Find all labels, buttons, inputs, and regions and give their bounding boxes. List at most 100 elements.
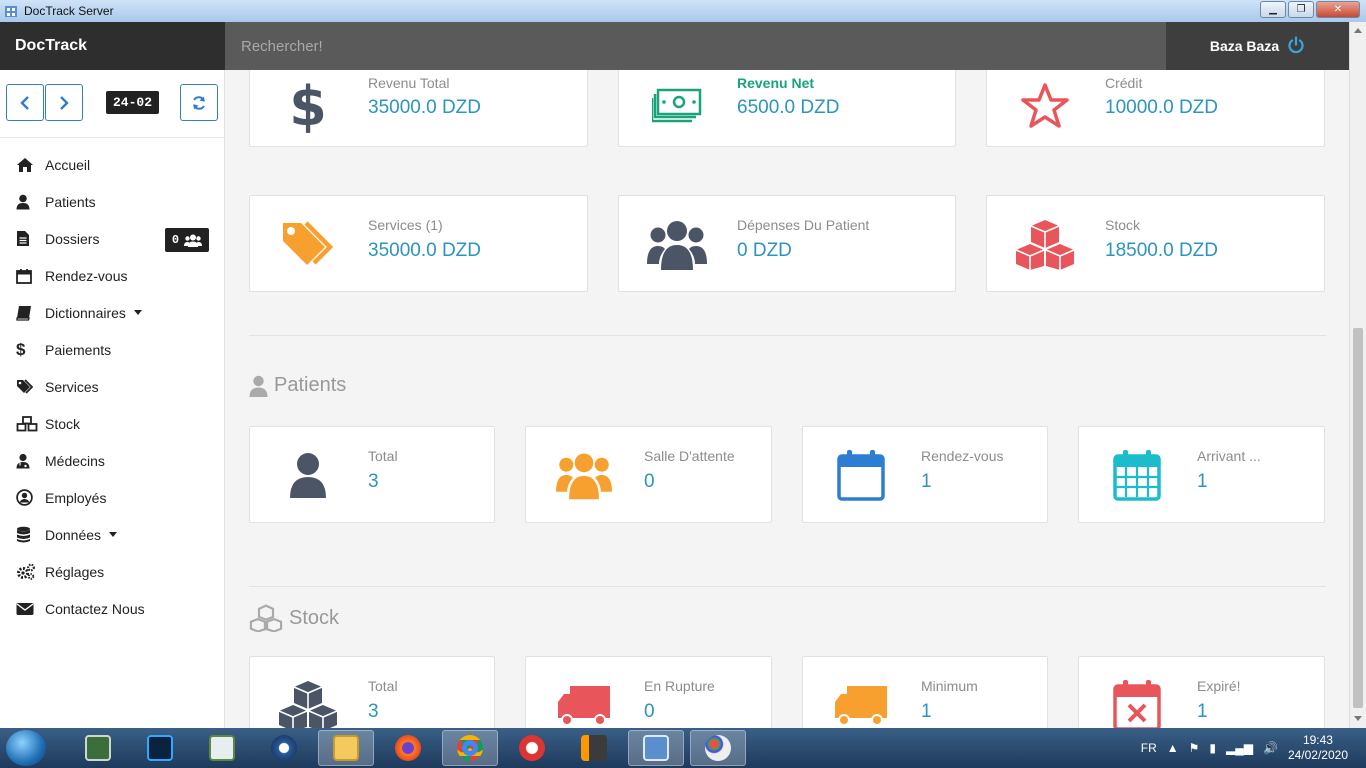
card-services[interactable]: Services (1) 35000.0 DZD [249, 195, 588, 292]
sidebar-menu: Accueil Patients Dossiers 0 Rendez-vous … [0, 138, 224, 627]
sidebar-item-services[interactable]: Services [0, 368, 224, 405]
window-title: DocTrack Server [24, 4, 114, 18]
power-status-icon[interactable]: ▮ [1209, 741, 1216, 755]
start-button[interactable] [6, 730, 46, 766]
file-icon [16, 230, 38, 248]
sidebar-item-medecins[interactable]: Médecins [0, 442, 224, 479]
chrome-icon [457, 735, 483, 761]
card-value: 10000.0 DZD [1105, 97, 1219, 118]
action-center-icon[interactable]: ⚑ [1189, 741, 1200, 755]
ccleaner-icon [519, 735, 545, 761]
card-value: 3 [368, 701, 379, 722]
money-icon [645, 76, 709, 136]
folder-icon [333, 735, 359, 761]
user-circle-icon [16, 489, 38, 507]
card-salle-attente[interactable]: Salle D'attente 0 [525, 426, 772, 523]
sidebar-item-accueil[interactable]: Accueil [0, 146, 224, 183]
card-value: 1 [1197, 701, 1208, 722]
volume-icon[interactable]: 🔊 [1263, 741, 1278, 755]
user-icon [16, 193, 38, 211]
sidebar-controls: 24-02 [0, 70, 224, 138]
taskbar-app-terminal[interactable] [70, 730, 126, 766]
sidebar-item-employes[interactable]: Employés [0, 479, 224, 516]
card-arrivant[interactable]: Arrivant ... 1 [1078, 426, 1325, 523]
card-value: 0 [644, 471, 655, 492]
cubes-icon [276, 675, 340, 728]
taskbar-app-explorer[interactable] [318, 730, 374, 766]
user-icon [276, 445, 340, 505]
stock-section-title: Stock [249, 604, 339, 632]
next-day-button[interactable] [45, 84, 83, 121]
card-patients-total[interactable]: Total 3 [249, 426, 495, 523]
gear-icon [271, 735, 297, 761]
power-icon[interactable] [1287, 35, 1305, 57]
dollar-icon: $ [289, 74, 327, 138]
sidebar-item-contactez-nous[interactable]: Contactez Nous [0, 590, 224, 627]
home-icon [16, 156, 38, 174]
taskbar-app-paint[interactable] [690, 730, 746, 766]
language-indicator[interactable]: FR [1141, 741, 1157, 755]
sidebar-item-label: Dictionnaires [45, 304, 126, 321]
card-rendez-vous[interactable]: Rendez-vous 1 [802, 426, 1048, 523]
taskbar-app-doctrack[interactable] [628, 730, 684, 766]
minimize-button[interactable]: ▁ [1260, 1, 1286, 18]
search-input[interactable] [225, 22, 1166, 70]
sidebar-item-dictionnaires[interactable]: Dictionnaires [0, 294, 224, 331]
sidebar-item-donnees[interactable]: Données [0, 516, 224, 553]
prev-day-button[interactable] [6, 84, 44, 121]
card-revenu-total[interactable]: $ Revenu Total 35000.0 DZD [249, 70, 588, 147]
cubes-icon [1013, 214, 1077, 274]
taskbar-app-chrome[interactable] [442, 730, 498, 766]
tray-expand-icon[interactable]: ▲ [1167, 741, 1179, 755]
card-stock-value[interactable]: Stock 18500.0 DZD [986, 195, 1325, 292]
patients-section-title: Patients [249, 374, 346, 397]
card-en-rupture[interactable]: En Rupture 0 [525, 656, 772, 728]
tags-icon [16, 378, 38, 396]
taskbar-app-ccleaner[interactable] [504, 730, 560, 766]
refresh-button[interactable] [180, 84, 218, 121]
sidebar-item-reglages[interactable]: Réglages [0, 553, 224, 590]
cubes-icon [249, 604, 283, 632]
card-stock-total[interactable]: Total 3 [249, 656, 495, 728]
card-label: Revenu Net [737, 75, 815, 91]
card-credit[interactable]: Crédit 10000.0 DZD [986, 70, 1325, 147]
card-label: Revenu Total [368, 75, 450, 91]
card-label: Rendez-vous [921, 448, 1004, 464]
doctrack-app-icon [643, 735, 669, 761]
card-depenses-patient[interactable]: Dépenses Du Patient 0 DZD [618, 195, 956, 292]
sidebar-item-rendez-vous[interactable]: Rendez-vous [0, 257, 224, 294]
card-expire[interactable]: Expiré! 1 [1078, 656, 1325, 728]
scrollbar-thumb[interactable] [1353, 328, 1363, 708]
calendar-grid-icon [1105, 445, 1169, 505]
taskbar-app-photoshop[interactable] [132, 730, 188, 766]
database-icon [16, 526, 38, 544]
clock-time: 19:43 [1302, 733, 1333, 747]
scroll-down-icon[interactable] [1354, 716, 1362, 721]
network-icon[interactable]: ▂▄▆ [1226, 741, 1253, 755]
user-menu[interactable]: Baza Baza [1166, 22, 1349, 70]
card-revenu-net[interactable]: Revenu Net 6500.0 DZD [618, 70, 956, 147]
brand-logo[interactable]: DocTrack [0, 22, 225, 70]
sidebar-item-patients[interactable]: Patients [0, 183, 224, 220]
system-clock[interactable]: 19:43 24/02/2020 [1288, 733, 1348, 763]
vertical-scrollbar[interactable] [1349, 22, 1366, 728]
taskbar-app-settings[interactable] [256, 730, 312, 766]
card-label: Crédit [1105, 75, 1143, 91]
sidebar-item-stock[interactable]: Stock [0, 405, 224, 442]
taskbar-app-firefox[interactable] [380, 730, 436, 766]
sidebar-item-paiements[interactable]: $ Paiements [0, 331, 224, 368]
close-button[interactable]: ✕ [1316, 1, 1360, 18]
card-label: En Rupture [644, 678, 715, 694]
card-value: 1 [921, 471, 932, 492]
taskbar-app-chart[interactable] [194, 730, 250, 766]
scroll-up-icon[interactable] [1354, 28, 1362, 33]
card-minimum[interactable]: Minimum 1 [802, 656, 1048, 728]
user-icon [249, 375, 268, 397]
card-value: 18500.0 DZD [1105, 240, 1219, 261]
sidebar-item-dossiers[interactable]: Dossiers 0 [0, 220, 224, 257]
taskbar-app-sublime[interactable] [566, 730, 622, 766]
maximize-button[interactable]: ❐ [1288, 1, 1314, 18]
card-value: 0 DZD [737, 240, 792, 261]
sidebar-item-label: Accueil [45, 156, 91, 173]
book-icon [16, 304, 38, 322]
